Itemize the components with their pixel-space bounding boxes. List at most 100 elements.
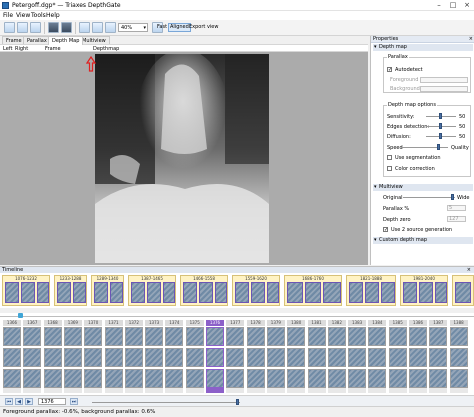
- frame-column[interactable]: 1388: [449, 313, 469, 395]
- section-depth-map[interactable]: Depth map: [373, 44, 473, 51]
- save-icon[interactable]: [30, 22, 41, 33]
- frame-column[interactable]: 1373: [144, 313, 164, 395]
- parallax-percent-input[interactable]: 5: [447, 205, 466, 211]
- close-icon[interactable]: ×: [469, 36, 473, 43]
- frame-thumbnail[interactable]: [3, 327, 21, 346]
- frame-thumbnail[interactable]: [43, 348, 62, 367]
- sensitivity-slider[interactable]: [426, 113, 456, 119]
- frame-thumbnail[interactable]: [165, 348, 184, 367]
- frame-column[interactable]: 1367: [22, 313, 42, 395]
- frame-thumbnail[interactable]: [409, 369, 427, 388]
- frame-thumbnail[interactable]: [63, 348, 82, 367]
- frame-thumbnail[interactable]: [348, 369, 367, 388]
- scene-item[interactable]: 1076-1232: [2, 275, 50, 306]
- image-viewport[interactable]: [0, 52, 368, 265]
- frame-column[interactable]: 1387: [428, 313, 448, 395]
- tab-parallax[interactable]: Parallax: [23, 36, 51, 44]
- export-icon[interactable]: [61, 22, 72, 33]
- frame-thumbnail[interactable]: [185, 369, 204, 388]
- scene-item[interactable]: [452, 275, 474, 306]
- frame-thumbnail[interactable]: [63, 327, 82, 346]
- frame-column[interactable]: 1382: [327, 313, 347, 395]
- new-project-icon[interactable]: [4, 22, 15, 33]
- frame-thumbnail[interactable]: [409, 327, 427, 346]
- zoom-select[interactable]: 40% ▾: [118, 23, 148, 32]
- frame-column[interactable]: 1385: [388, 313, 408, 395]
- frame-thumbnail[interactable]: [226, 348, 245, 367]
- frame-column[interactable]: 1370: [83, 313, 103, 395]
- frame-thumbnail[interactable]: [368, 327, 387, 346]
- frame-thumbnail[interactable]: [185, 327, 204, 346]
- frame-thumbnail[interactable]: [287, 327, 306, 346]
- frame-column[interactable]: 1375: [185, 313, 205, 395]
- frame-thumbnail[interactable]: [104, 348, 123, 367]
- maximize-icon[interactable]: □: [446, 1, 460, 10]
- frame-thumbnail[interactable]: [307, 348, 326, 367]
- prev-frame-icon[interactable]: ◀: [15, 398, 23, 405]
- import-video-icon[interactable]: [48, 22, 59, 33]
- frame-thumbnail[interactable]: [307, 369, 326, 388]
- frame-column[interactable]: 1379: [266, 313, 286, 395]
- frame-thumbnail[interactable]: [429, 369, 448, 388]
- original-wide-slider[interactable]: [403, 194, 455, 200]
- frame-thumbnail[interactable]: [23, 369, 42, 388]
- autodetect-checkbox[interactable]: ✓: [387, 67, 392, 73]
- section-multiview[interactable]: Multiview: [373, 184, 473, 191]
- frame-thumbnail[interactable]: [388, 369, 407, 388]
- color-correction-checkbox[interactable]: [387, 166, 392, 171]
- close-icon[interactable]: ×: [460, 1, 474, 10]
- frame-thumbnail[interactable]: [63, 369, 82, 388]
- frame-thumbnail[interactable]: [165, 369, 184, 388]
- frame-thumbnail[interactable]: [43, 327, 62, 346]
- frame-thumbnail[interactable]: [84, 369, 103, 388]
- frame-column[interactable]: 1368: [43, 313, 63, 395]
- foreground-field[interactable]: [420, 77, 468, 83]
- frame-column[interactable]: 1378: [246, 313, 266, 395]
- scene-item[interactable]: 1686-1760: [284, 275, 342, 306]
- frame-thumbnail[interactable]: [388, 327, 407, 346]
- menu-help[interactable]: Help: [46, 12, 60, 19]
- fast-button[interactable]: Fast: [156, 24, 168, 30]
- open-icon[interactable]: [17, 22, 28, 33]
- frame-thumbnail[interactable]: [145, 348, 164, 367]
- next-frame-icon[interactable]: ▶: [25, 398, 33, 405]
- frame-column[interactable]: 1383: [347, 313, 367, 395]
- edges-slider[interactable]: [426, 123, 456, 129]
- segmentation-checkbox[interactable]: [387, 155, 392, 160]
- frame-thumbnail[interactable]: [206, 369, 224, 388]
- frame-thumbnail[interactable]: [348, 348, 367, 367]
- frame-thumbnail[interactable]: [449, 348, 468, 367]
- frame-thumbnail[interactable]: [145, 369, 164, 388]
- tab-depth-map[interactable]: Depth Map: [48, 36, 84, 45]
- frame-thumbnail[interactable]: [449, 369, 468, 388]
- frame-thumbnail[interactable]: [368, 369, 387, 388]
- frame-column[interactable]: 1374: [164, 313, 184, 395]
- frame-thumbnail[interactable]: [348, 327, 367, 346]
- scene-item[interactable]: 1233-1288: [54, 275, 87, 306]
- frame-thumbnail[interactable]: [327, 369, 346, 388]
- frame-thumbnail[interactable]: [226, 369, 245, 388]
- current-frame-input[interactable]: 1376: [38, 398, 66, 405]
- frame-thumbnail[interactable]: [246, 369, 265, 388]
- frame-column[interactable]: 1372: [124, 313, 144, 395]
- frame-thumbnail[interactable]: [84, 348, 103, 367]
- frame-column[interactable]: 1377: [225, 313, 245, 395]
- frames-strip[interactable]: 1366 1367 1368 1369 1370 1371 1372 1373 1374 1375…: [0, 313, 474, 395]
- frame-thumbnail[interactable]: [449, 327, 468, 346]
- selected-frame-column[interactable]: 1376: [205, 313, 225, 395]
- zoom-in-icon[interactable]: [79, 22, 90, 33]
- frame-thumbnail[interactable]: [266, 348, 285, 367]
- scene-item[interactable]: 1981-2040: [400, 275, 448, 306]
- frame-thumbnail[interactable]: [409, 348, 427, 367]
- frame-column[interactable]: 1371: [104, 313, 124, 395]
- frame-thumbnail[interactable]: [206, 327, 224, 346]
- frame-thumbnail[interactable]: [368, 348, 387, 367]
- menu-view[interactable]: View: [16, 12, 30, 19]
- use-2-source-checkbox[interactable]: ✓: [383, 227, 388, 233]
- frame-thumbnail[interactable]: [226, 327, 245, 346]
- frame-column[interactable]: 1381: [307, 313, 327, 395]
- frame-thumbnail[interactable]: [287, 369, 306, 388]
- frame-thumbnail[interactable]: [23, 348, 42, 367]
- frame-thumbnail[interactable]: [84, 327, 103, 346]
- frame-column[interactable]: 1386: [408, 313, 428, 395]
